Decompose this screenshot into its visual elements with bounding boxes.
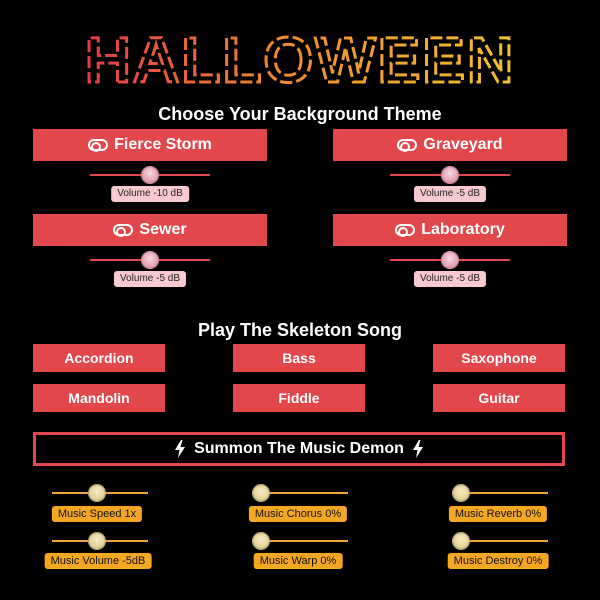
- music-warp-knob[interactable]: [253, 533, 269, 549]
- graveyard-volume-label: Volume -5 dB: [413, 186, 487, 202]
- music-reverb-label: Music Reverb 0%: [448, 506, 548, 522]
- instrument-bass-button[interactable]: Bass: [233, 344, 365, 372]
- theme-label: Sewer: [139, 221, 187, 238]
- laboratory-volume-knob[interactable]: [442, 252, 458, 268]
- sewer-volume-knob[interactable]: [142, 252, 158, 268]
- song-heading: Play The Skeleton Song: [197, 320, 403, 340]
- instrument-fiddle-button[interactable]: Fiddle: [233, 384, 365, 412]
- instrument-mandolin-button[interactable]: Mandolin: [33, 384, 165, 412]
- music-speed-knob[interactable]: [89, 485, 105, 501]
- instrument-accordion-button[interactable]: Accordion: [33, 344, 165, 372]
- theme-heading: Choose Your Background Theme: [158, 104, 442, 124]
- theme-sewer-button[interactable]: Sewer: [33, 214, 267, 246]
- music-speed-label: Music Speed 1x: [51, 506, 143, 522]
- theme-label: Laboratory: [421, 221, 505, 238]
- instrument-saxophone-button[interactable]: Saxophone: [433, 344, 565, 372]
- music-destroy-label: Music Destroy 0%: [447, 553, 549, 569]
- music-warp-label: Music Warp 0%: [253, 553, 343, 569]
- toggle-icon: [113, 224, 134, 237]
- theme-laboratory-button[interactable]: Laboratory: [333, 214, 567, 246]
- laboratory-volume-label: Volume -5 dB: [413, 271, 487, 287]
- music-chorus-knob[interactable]: [253, 485, 269, 501]
- music-chorus-label: Music Chorus 0%: [248, 506, 348, 522]
- theme-label: Fierce Storm: [114, 136, 212, 153]
- music-destroy-knob[interactable]: [453, 533, 469, 549]
- toggle-icon: [397, 139, 418, 152]
- theme-graveyard-button[interactable]: Graveyard: [333, 129, 567, 161]
- toggle-icon: [395, 224, 416, 237]
- music-reverb-knob[interactable]: [453, 485, 469, 501]
- fierce-storm-volume-knob[interactable]: [142, 167, 158, 183]
- sewer-volume-label: Volume -5 dB: [113, 271, 187, 287]
- instrument-guitar-button[interactable]: Guitar: [433, 384, 565, 412]
- theme-label: Graveyard: [423, 136, 503, 153]
- music-volume-knob[interactable]: [89, 533, 105, 549]
- music-volume-label: Music Volume -5dB: [44, 553, 152, 569]
- theme-fierce-storm-button[interactable]: Fierce Storm: [33, 129, 267, 161]
- graveyard-volume-knob[interactable]: [442, 167, 458, 183]
- summon-music-demon-button[interactable]: Summon The Music Demon: [33, 432, 565, 466]
- fierce-storm-volume-label: Volume -10 dB: [111, 186, 189, 202]
- lightning-bolt-icon: [175, 440, 186, 458]
- summon-label: Summon The Music Demon: [194, 440, 404, 457]
- toggle-icon: [88, 139, 109, 152]
- halloween-title-art: HALLOWEEN: [83, 23, 515, 98]
- halloween-title-text: HALLOWEEN: [85, 24, 515, 96]
- halloween-title: HALLOWEEN: [0, 18, 600, 98]
- lightning-bolt-icon: [412, 440, 423, 458]
